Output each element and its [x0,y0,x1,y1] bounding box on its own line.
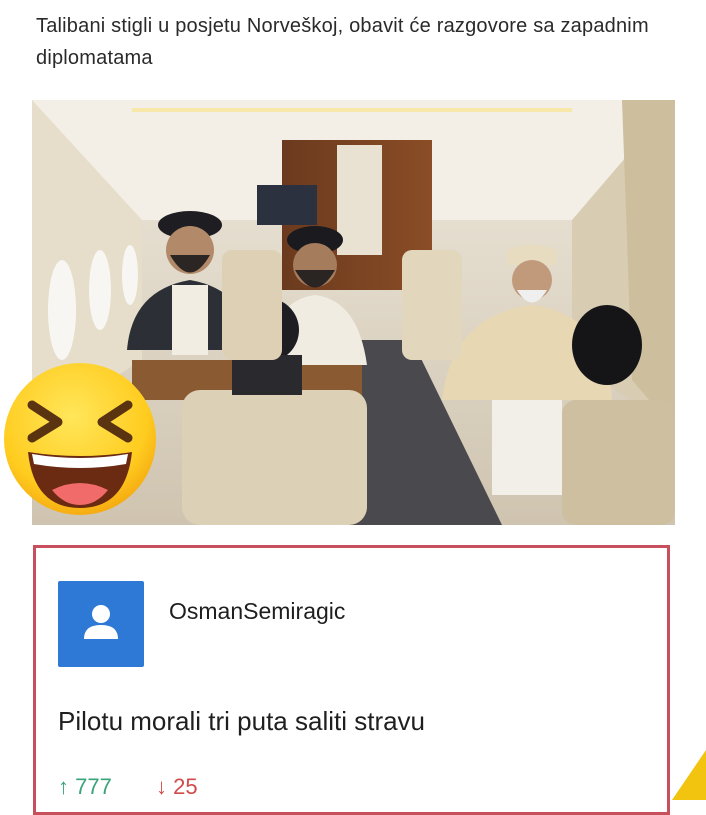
comment-username[interactable]: OsmanSemiragic [169,598,345,625]
post-headline: Talibani stigli u posjetu Norveškoj, oba… [36,15,649,69]
vote-counts: ↑ 777 ↓ 25 [58,774,198,800]
arrow-up-icon: ↑ [58,774,69,799]
downvote-count: 25 [173,774,198,799]
comment-card: OsmanSemiragic Pilotu morali tri puta sa… [33,545,670,815]
upvote-count: 777 [75,774,112,799]
arrow-down-icon: ↓ [155,774,167,799]
corner-triangle-icon [672,750,706,800]
laughing-face-icon [0,360,163,518]
avatar[interactable] [58,581,144,667]
downvote-button[interactable]: ↓ 25 [156,774,198,799]
user-icon [84,605,118,639]
upvote-button[interactable]: ↑ 777 [58,774,118,799]
comment-text: Pilotu morali tri puta saliti stravu [58,706,426,736]
